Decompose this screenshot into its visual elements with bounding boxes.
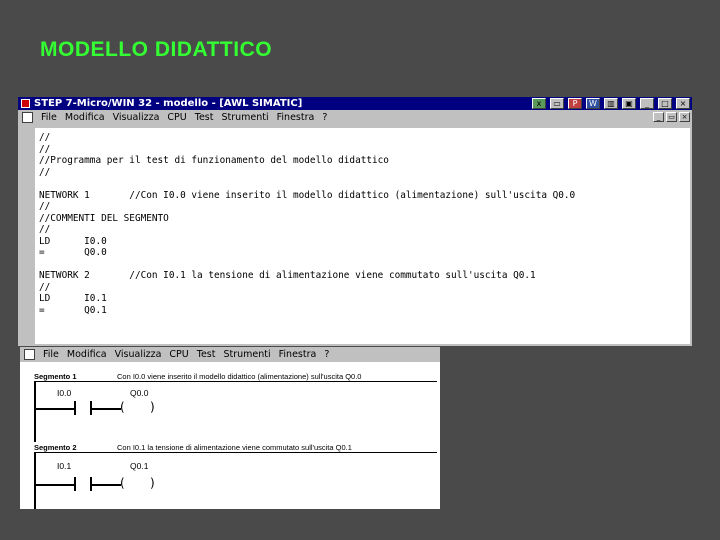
code-line: //COMMENTI DEL SEGMENTO [39, 212, 169, 224]
menu-strumenti[interactable]: Strumenti [221, 112, 268, 123]
menu-file[interactable]: File [43, 349, 59, 360]
rung-wire [34, 408, 74, 410]
window-icon[interactable]: ▣ [622, 98, 636, 109]
window-titlebar[interactable]: STEP 7-Micro/WIN 32 - modello - [AWL SIM… [18, 97, 692, 110]
segment-header[interactable]: Segmento 1 Con I0.0 viene inserito il mo… [34, 372, 437, 382]
code-line: = Q0.1 [39, 304, 107, 316]
ladder-menu-bar: File Modifica Visualizza CPU Test Strume… [20, 347, 440, 362]
segment-header[interactable]: Segmento 2 Con I0.1 la tensione di alime… [34, 443, 437, 453]
coil-address: Q0.1 [130, 461, 149, 471]
code-line: // [39, 281, 51, 293]
menu-cpu[interactable]: CPU [169, 349, 188, 360]
excel-icon[interactable]: x [532, 98, 546, 109]
code-line: = Q0.0 [39, 247, 107, 258]
rung-wire [91, 408, 121, 410]
stl-code-editor[interactable]: // // //Programma per il test di funzion… [35, 128, 690, 344]
coil-open-symbol[interactable]: ( [120, 400, 125, 414]
mdi-restore-icon[interactable]: ▭ [666, 112, 677, 122]
document-icon[interactable] [22, 112, 33, 123]
menu-visualizza[interactable]: Visualizza [113, 112, 160, 123]
word-icon[interactable]: W [586, 98, 600, 109]
contact-left[interactable] [74, 401, 76, 415]
code-line: LD I0.1 [39, 293, 107, 304]
code-line: LD I0.0 [39, 235, 107, 247]
contact-address: I0.1 [57, 461, 72, 471]
menu-test[interactable]: Test [197, 349, 216, 360]
slide-title: MODELLO DIDATTICO [40, 38, 273, 61]
document-icon[interactable] [24, 349, 35, 360]
mdi-minimize-icon[interactable]: _ [653, 112, 664, 122]
minimize-icon[interactable]: _ [640, 98, 654, 109]
power-rail [34, 453, 36, 509]
rung-wire [91, 484, 121, 486]
menu-strumenti[interactable]: Strumenti [223, 349, 270, 360]
mdi-controls: _ ▭ × [653, 112, 690, 122]
coil-address: Q0.0 [130, 388, 149, 398]
menu-modifica[interactable]: Modifica [65, 112, 105, 123]
segment-name: Segmento 2 [34, 443, 77, 452]
folder-icon[interactable]: ▭ [550, 98, 564, 109]
contact-address: I0.0 [57, 388, 72, 398]
code-line: //Programma per il test di funzionamento… [39, 155, 389, 166]
code-line: // [39, 143, 51, 155]
code-line: NETWORK 1 //Con I0.0 viene inserito il m… [39, 189, 576, 201]
segment-comment: Con I0.0 viene inserito il modello didat… [117, 372, 362, 381]
close-icon[interactable]: × [676, 98, 690, 109]
rung-wire [34, 484, 74, 486]
mdi-close-icon[interactable]: × [679, 112, 690, 122]
coil-close-symbol[interactable]: ) [150, 400, 155, 414]
menu-help[interactable]: ? [322, 112, 327, 123]
powerpoint-icon[interactable]: P [568, 98, 582, 109]
menu-visualizza[interactable]: Visualizza [115, 349, 162, 360]
menu-cpu[interactable]: CPU [167, 112, 186, 123]
code-line: // [39, 201, 51, 212]
code-line: NETWORK 2 //Con I0.1 la tensione di alim… [39, 270, 536, 281]
segment-comment: Con I0.1 la tensione di alimentazione vi… [117, 443, 352, 452]
ladder-editor-window: File Modifica Visualizza CPU Test Strume… [20, 347, 440, 509]
menu-help[interactable]: ? [324, 349, 329, 360]
menu-test[interactable]: Test [195, 112, 214, 123]
coil-close-symbol[interactable]: ) [150, 476, 155, 490]
coil-open-symbol[interactable]: ( [120, 476, 125, 490]
code-line: // [39, 166, 51, 178]
stl-editor-window: STEP 7-Micro/WIN 32 - modello - [AWL SIM… [18, 97, 692, 346]
taskbar-icons: x ▭ P W ▥ ▣ _ □ × [532, 97, 692, 110]
chart-icon[interactable]: ▥ [604, 98, 618, 109]
menu-finestra[interactable]: Finestra [279, 349, 317, 360]
maximize-icon[interactable]: □ [658, 98, 672, 109]
segment-name: Segmento 1 [34, 372, 77, 381]
menu-bar: File Modifica Visualizza CPU Test Strume… [18, 110, 692, 125]
power-rail [34, 382, 36, 442]
menu-finestra[interactable]: Finestra [277, 112, 315, 123]
menu-file[interactable]: File [41, 112, 57, 123]
contact-left[interactable] [74, 477, 76, 491]
menu-modifica[interactable]: Modifica [67, 349, 107, 360]
code-line: // [39, 132, 51, 143]
ladder-area[interactable]: Segmento 1 Con I0.0 viene inserito il mo… [20, 362, 440, 509]
app-icon [21, 99, 30, 108]
code-line: // [39, 224, 51, 235]
window-title: STEP 7-Micro/WIN 32 - modello - [AWL SIM… [34, 98, 303, 109]
